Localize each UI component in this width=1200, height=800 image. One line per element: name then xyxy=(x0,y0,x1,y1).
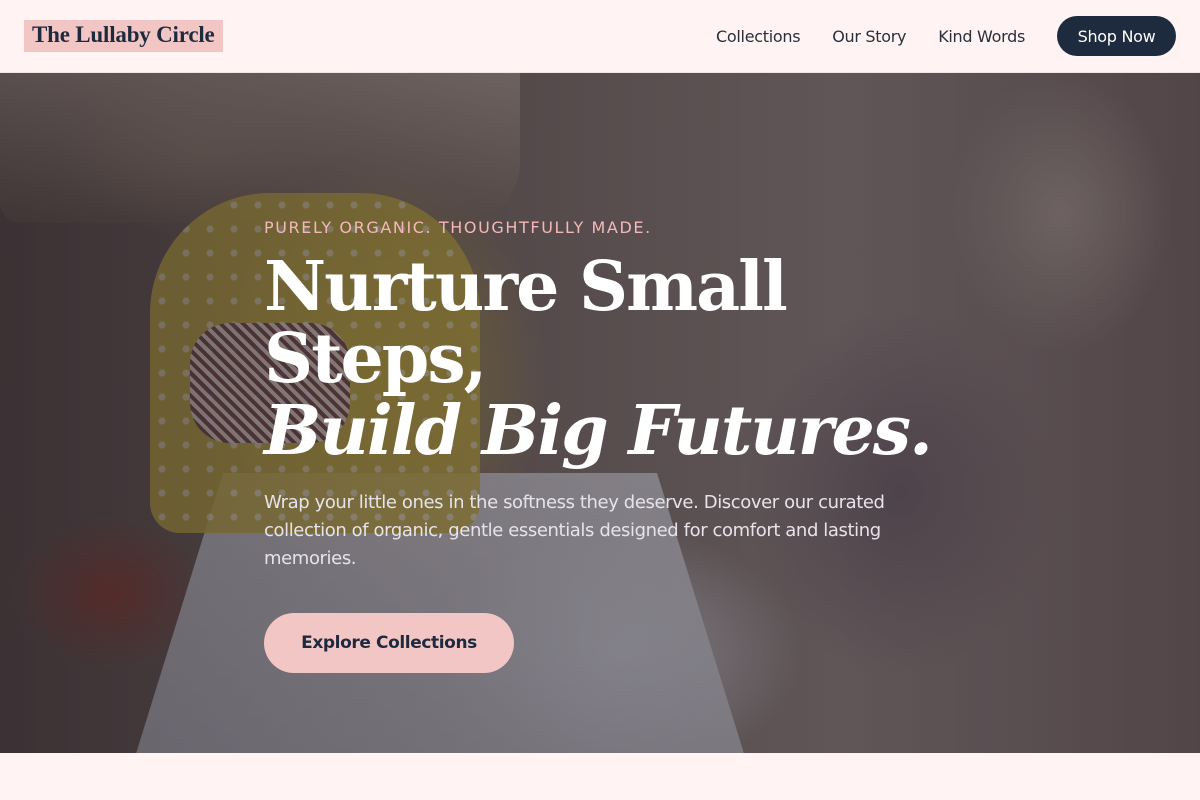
hero-headline-line2: Build Big Futures. xyxy=(264,391,933,471)
hero-section: PURELY ORGANIC. THOUGHTFULLY MADE. Nurtu… xyxy=(0,73,1200,753)
main-nav: Collections Our Story Kind Words Shop No… xyxy=(716,16,1176,56)
hero-eyebrow: PURELY ORGANIC. THOUGHTFULLY MADE. xyxy=(264,218,652,237)
site-logo[interactable]: The Lullaby Circle xyxy=(24,20,223,52)
explore-collections-button[interactable]: Explore Collections xyxy=(264,613,514,673)
hero-content: PURELY ORGANIC. THOUGHTFULLY MADE. Nurtu… xyxy=(264,218,964,673)
hero-subtext: Wrap your little ones in the softness th… xyxy=(264,492,885,569)
hero-headline: Nurture Small Steps, Build Big Futures. xyxy=(264,251,964,467)
nav-link-kind-words[interactable]: Kind Words xyxy=(938,27,1025,46)
site-header: The Lullaby Circle Collections Our Story… xyxy=(0,0,1200,73)
nav-link-our-story[interactable]: Our Story xyxy=(832,27,906,46)
shop-now-button[interactable]: Shop Now xyxy=(1057,16,1176,56)
hero-headline-line1: Nurture Small Steps, xyxy=(264,247,788,399)
nav-link-collections[interactable]: Collections xyxy=(716,27,800,46)
